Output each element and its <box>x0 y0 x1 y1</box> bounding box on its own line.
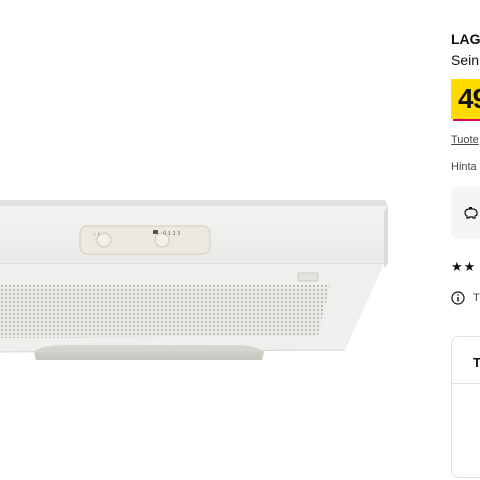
product-image[interactable]: ♢ I 0 1 2 3 <box>0 0 440 480</box>
payment-option-card[interactable] <box>451 187 480 239</box>
light-switch-symbols: ♢ I <box>92 232 100 238</box>
price-note: Hinta <box>451 161 477 173</box>
price-tag: 49 <box>451 79 480 119</box>
product-name: LAGA <box>451 31 480 47</box>
delivery-options-box: T <box>451 336 480 478</box>
product-subtitle: Sein <box>451 52 480 68</box>
fan-speed-symbols: 0 1 2 3 <box>163 231 181 237</box>
lamp-cover <box>34 345 264 360</box>
info-icon <box>451 291 465 305</box>
price-value: 49 <box>458 83 480 114</box>
product-details-link[interactable]: Tuote <box>451 134 479 146</box>
hood-light-lens <box>297 272 319 282</box>
product-info-panel: LAGA Sein 49 Tuote Hinta ★★ T T <box>451 0 480 480</box>
piggy-bank-icon <box>464 207 478 219</box>
rating-stars[interactable]: ★★ <box>451 259 476 275</box>
info-text: T <box>473 292 480 304</box>
grease-filter <box>0 284 330 338</box>
delivery-box-title: T <box>473 355 480 370</box>
delivery-box-divider <box>452 383 480 384</box>
cooker-hood-illustration: ♢ I 0 1 2 3 <box>0 200 388 360</box>
